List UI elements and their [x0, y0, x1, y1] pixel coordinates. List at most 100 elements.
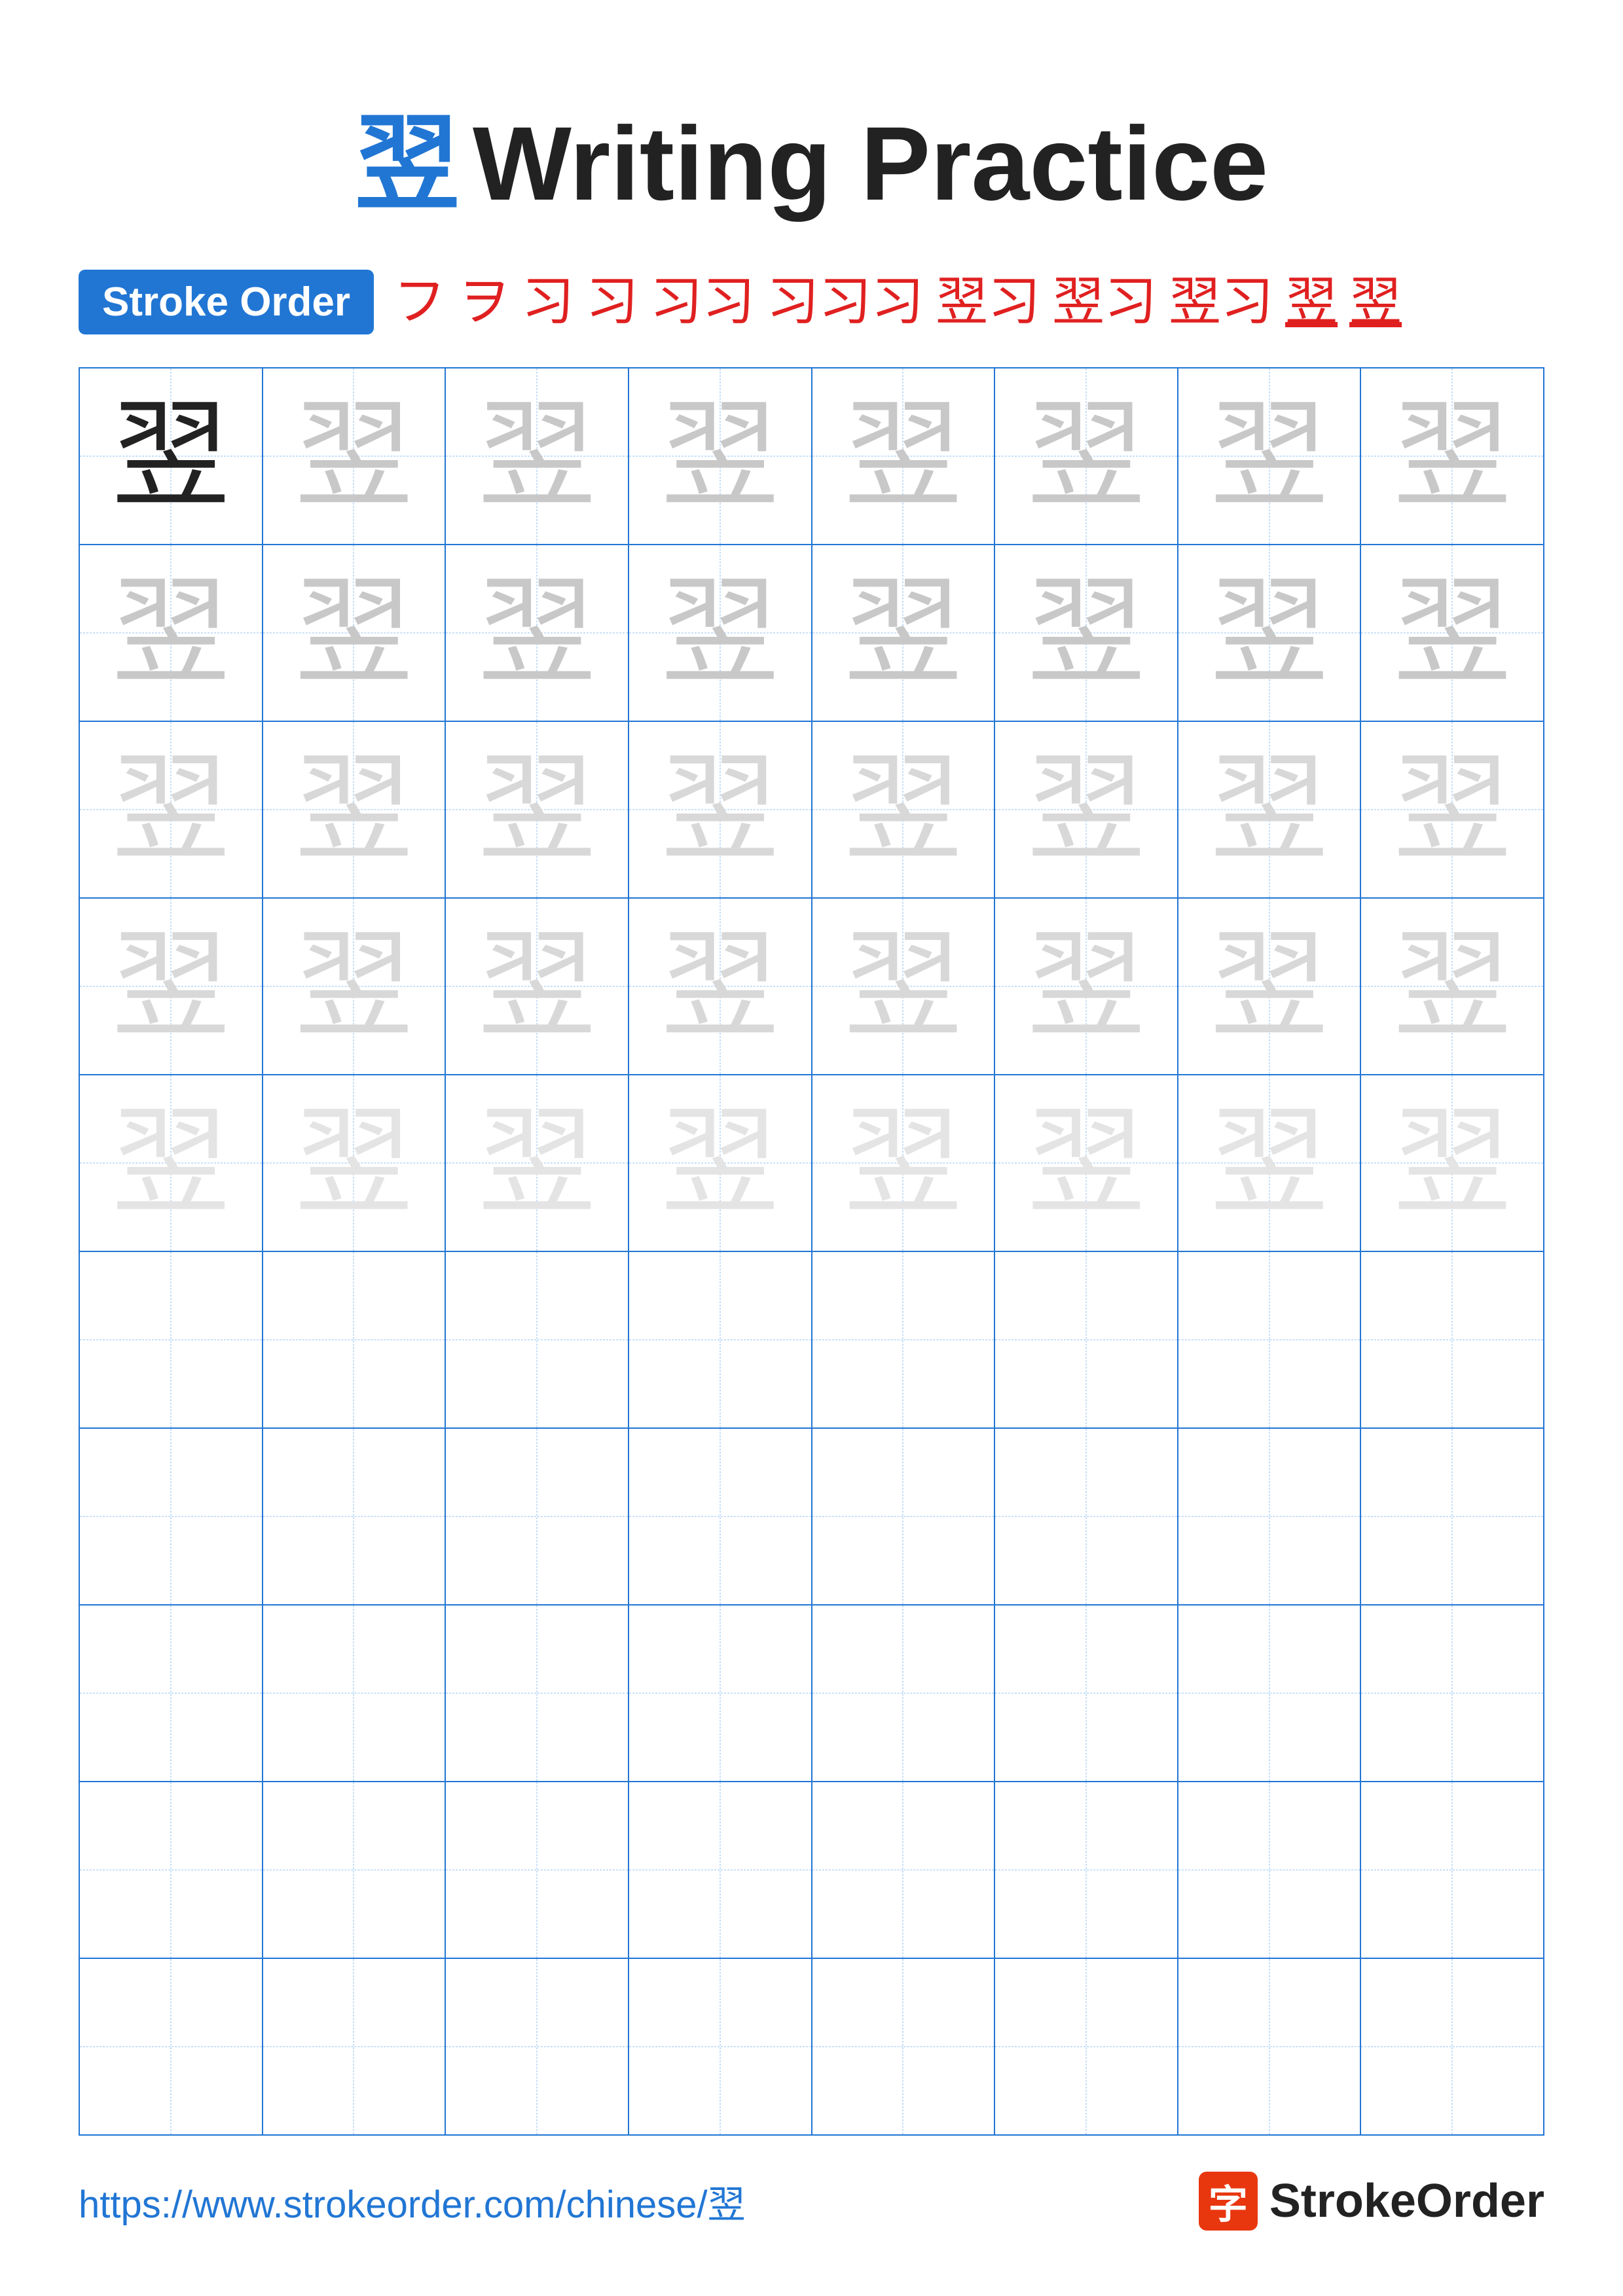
grid-cell[interactable]: [1360, 1428, 1544, 1605]
table-row: 翌 翌 翌 翌 翌 翌 翌 翌: [79, 721, 1544, 898]
grid-cell[interactable]: [629, 1605, 812, 1782]
grid-cell[interactable]: [629, 1251, 812, 1428]
grid-cell[interactable]: [79, 1251, 263, 1428]
grid-cell[interactable]: 翌: [79, 1075, 263, 1251]
footer: https://www.strokeorder.com/chinese/翌 字 …: [0, 2172, 1623, 2231]
grid-cell[interactable]: [79, 1605, 263, 1782]
stroke-char-3: 习: [522, 276, 574, 329]
grid-cell[interactable]: [445, 1958, 629, 2135]
grid-cell[interactable]: [445, 1782, 629, 1958]
title-text: Writing Practice: [473, 105, 1268, 222]
grid-cell[interactable]: [629, 1782, 812, 1958]
grid-cell[interactable]: [812, 1428, 995, 1605]
grid-cell[interactable]: [1178, 1782, 1361, 1958]
grid-cell[interactable]: [1360, 1782, 1544, 1958]
stroke-order-badge: Stroke Order: [79, 270, 374, 334]
grid-cell[interactable]: [629, 1428, 812, 1605]
table-row: [79, 1782, 1544, 1958]
grid-cell[interactable]: [445, 1428, 629, 1605]
grid-cell[interactable]: 翌: [1178, 1075, 1361, 1251]
grid-cell[interactable]: 翌: [445, 368, 629, 545]
grid-cell[interactable]: [994, 1251, 1178, 1428]
grid-cell[interactable]: 翌: [629, 721, 812, 898]
grid-cell[interactable]: 翌: [79, 545, 263, 721]
grid-cell[interactable]: [1178, 1958, 1361, 2135]
stroke-order-chars: フ ヲ 习 习 习习 习习习 翌习 翌习 翌习 翌 翌: [393, 276, 1402, 329]
grid-cell[interactable]: 翌: [445, 721, 629, 898]
grid-cell[interactable]: 翌: [263, 545, 446, 721]
grid-cell[interactable]: [1360, 1958, 1544, 2135]
grid-cell[interactable]: 翌: [79, 721, 263, 898]
grid-cell[interactable]: 翌: [79, 898, 263, 1075]
grid-cell[interactable]: 翌: [629, 1075, 812, 1251]
grid-cell[interactable]: [263, 1428, 446, 1605]
grid-cell[interactable]: 翌: [1178, 898, 1361, 1075]
grid-cell[interactable]: 翌: [445, 545, 629, 721]
grid-cell[interactable]: 翌: [1360, 721, 1544, 898]
grid-cell[interactable]: [994, 1782, 1178, 1958]
grid-cell[interactable]: [1360, 1251, 1544, 1428]
grid-cell[interactable]: 翌: [1178, 368, 1361, 545]
table-row: 翌 翌 翌 翌 翌 翌 翌 翌: [79, 898, 1544, 1075]
grid-cell[interactable]: 翌: [263, 721, 446, 898]
grid-cell[interactable]: [1178, 1428, 1361, 1605]
title-character: 翌: [355, 105, 460, 222]
grid-cell[interactable]: 翌: [994, 721, 1178, 898]
grid-cell[interactable]: 翌: [994, 368, 1178, 545]
grid-cell[interactable]: [1178, 1605, 1361, 1782]
grid-cell[interactable]: 翌: [994, 545, 1178, 721]
grid-cell[interactable]: 翌: [445, 898, 629, 1075]
grid-cell[interactable]: 翌: [629, 545, 812, 721]
grid-cell[interactable]: [994, 1428, 1178, 1605]
stroke-char-11: 翌: [1349, 276, 1402, 329]
grid-cell[interactable]: [812, 1782, 995, 1958]
grid-cell[interactable]: [263, 1782, 446, 1958]
grid-cell[interactable]: 翌: [994, 898, 1178, 1075]
grid-cell[interactable]: 翌: [79, 368, 263, 545]
grid-cell[interactable]: [1178, 1251, 1361, 1428]
grid-cell[interactable]: [812, 1958, 995, 2135]
grid-cell[interactable]: 翌: [263, 1075, 446, 1251]
grid-cell[interactable]: 翌: [1360, 1075, 1544, 1251]
grid-cell[interactable]: 翌: [445, 1075, 629, 1251]
grid-cell[interactable]: 翌: [812, 721, 995, 898]
stroke-char-6: 习习习: [767, 276, 924, 329]
grid-cell[interactable]: 翌: [1178, 545, 1361, 721]
stroke-char-9: 翌习: [1169, 276, 1273, 329]
grid-cell[interactable]: 翌: [812, 545, 995, 721]
grid-cell[interactable]: [445, 1251, 629, 1428]
grid-cell[interactable]: [79, 1782, 263, 1958]
grid-cell[interactable]: [812, 1605, 995, 1782]
grid-cell[interactable]: 翌: [994, 1075, 1178, 1251]
grid-cell[interactable]: 翌: [1360, 368, 1544, 545]
grid-cell[interactable]: 翌: [812, 898, 995, 1075]
grid-cell[interactable]: [994, 1958, 1178, 2135]
practice-grid: 翌 翌 翌 翌 翌 翌 翌 翌 翌 翌 翌 翌 翌 翌 翌 翌 翌 翌 翌 翌 …: [79, 367, 1544, 2136]
grid-cell[interactable]: [79, 1958, 263, 2135]
brand-name: StrokeOrder: [1269, 2174, 1544, 2228]
grid-cell[interactable]: [263, 1958, 446, 2135]
grid-cell[interactable]: 翌: [812, 368, 995, 545]
footer-brand: 字 StrokeOrder: [1199, 2172, 1544, 2231]
grid-cell[interactable]: [263, 1251, 446, 1428]
grid-cell[interactable]: 翌: [629, 368, 812, 545]
grid-cell[interactable]: 翌: [1360, 545, 1544, 721]
grid-cell[interactable]: [263, 1605, 446, 1782]
grid-cell[interactable]: 翌: [629, 898, 812, 1075]
table-row: 翌 翌 翌 翌 翌 翌 翌 翌: [79, 368, 1544, 545]
grid-cell[interactable]: [994, 1605, 1178, 1782]
grid-cell[interactable]: 翌: [812, 1075, 995, 1251]
table-row: [79, 1251, 1544, 1428]
grid-cell[interactable]: 翌: [1178, 721, 1361, 898]
footer-url[interactable]: https://www.strokeorder.com/chinese/翌: [79, 2174, 746, 2229]
table-row: [79, 1428, 1544, 1605]
grid-cell[interactable]: [812, 1251, 995, 1428]
grid-cell[interactable]: [445, 1605, 629, 1782]
grid-cell[interactable]: [79, 1428, 263, 1605]
grid-cell[interactable]: 翌: [1360, 898, 1544, 1075]
stroke-char-8: 翌习: [1052, 276, 1157, 329]
grid-cell[interactable]: [1360, 1605, 1544, 1782]
grid-cell[interactable]: 翌: [263, 368, 446, 545]
grid-cell[interactable]: [629, 1958, 812, 2135]
grid-cell[interactable]: 翌: [263, 898, 446, 1075]
